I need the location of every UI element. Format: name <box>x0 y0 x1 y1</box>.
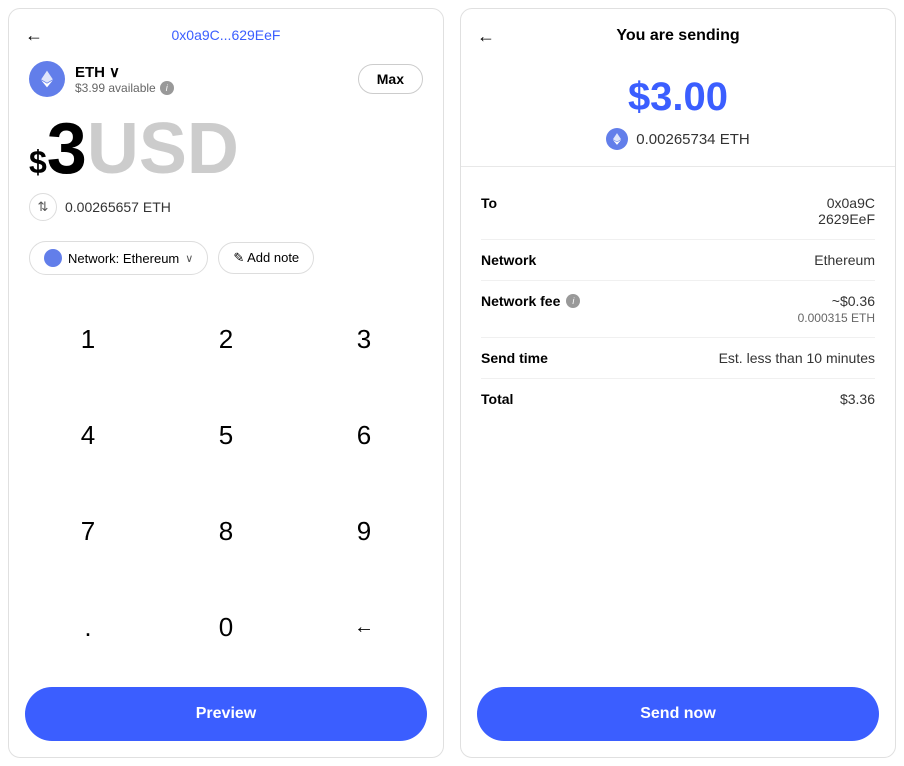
add-note-button[interactable]: ✎ Add note <box>218 242 314 274</box>
send-now-button[interactable]: Send now <box>477 687 879 741</box>
total-label: Total <box>481 391 513 407</box>
token-info: ETH ∨ $3.99 available i <box>29 61 174 97</box>
numpad-key-2[interactable]: 2 <box>157 291 295 387</box>
token-chevron-icon: ∨ <box>109 63 120 81</box>
numpad-key-1[interactable]: 1 <box>19 291 157 387</box>
screen2-header: ← You are sending <box>461 9 895 55</box>
to-address-line2: 2629EeF <box>818 211 875 227</box>
eth-amount-text: 0.00265657 ETH <box>65 199 171 215</box>
network-detail-value: Ethereum <box>814 252 875 268</box>
numpad-key-3[interactable]: 3 <box>295 291 433 387</box>
send-amount-screen: ← 0x0a9C...629EeF ETH ∨ $3. <box>8 8 444 758</box>
numpad-key-7[interactable]: 7 <box>19 483 157 579</box>
confirm-eth-row: 0.00265734 ETH <box>477 128 879 150</box>
send-time-value: Est. less than 10 minutes <box>719 350 875 366</box>
numpad-key-5[interactable]: 5 <box>157 387 295 483</box>
dollar-sign: $ <box>29 144 47 181</box>
swap-icon[interactable]: ⇅ <box>29 193 57 221</box>
fee-label-row: Network fee i <box>481 293 580 309</box>
confirm-eth-amount: 0.00265734 ETH <box>636 131 749 148</box>
numpad-key-decimal[interactable]: . <box>19 579 157 675</box>
options-row: Network: Ethereum ∨ ✎ Add note <box>9 229 443 287</box>
send-time-row: Send time Est. less than 10 minutes <box>481 338 875 379</box>
total-row: Total $3.36 <box>481 379 875 419</box>
eth-amount-row: ⇅ 0.00265657 ETH <box>9 185 443 229</box>
confirm-details: To 0x0a9C 2629EeF Network Ethereum Netwo… <box>461 167 895 679</box>
to-row: To 0x0a9C 2629EeF <box>481 183 875 240</box>
to-address-block: 0x0a9C 2629EeF <box>818 195 875 227</box>
fee-label: Network fee <box>481 293 560 309</box>
numpad-key-4[interactable]: 4 <box>19 387 157 483</box>
network-selector[interactable]: Network: Ethereum ∨ <box>29 241 208 275</box>
numpad-key-8[interactable]: 8 <box>157 483 295 579</box>
max-button[interactable]: Max <box>358 64 423 94</box>
network-eth-icon <box>44 249 62 267</box>
numpad: 1 2 3 4 5 6 7 8 9 . 0 ← <box>9 287 443 679</box>
total-value: $3.36 <box>840 391 875 407</box>
fee-usd-value: ~$0.36 <box>798 293 875 309</box>
numpad-key-6[interactable]: 6 <box>295 387 433 483</box>
send-time-label: Send time <box>481 350 548 366</box>
balance-info-icon[interactable]: i <box>160 81 174 95</box>
send-confirm-screen: ← You are sending $3.00 0.00265734 ETH T… <box>460 8 896 758</box>
network-detail-label: Network <box>481 252 536 268</box>
confirm-title: You are sending <box>616 27 739 45</box>
fee-info-icon[interactable]: i <box>566 294 580 308</box>
wallet-address[interactable]: 0x0a9C...629EeF <box>172 27 281 43</box>
confirm-eth-icon <box>606 128 628 150</box>
fee-eth-value: 0.000315 ETH <box>798 311 875 325</box>
network-row: Network Ethereum <box>481 240 875 281</box>
numpad-key-9[interactable]: 9 <box>295 483 433 579</box>
confirm-amount-section: $3.00 0.00265734 ETH <box>461 55 895 167</box>
network-label: Network: Ethereum <box>68 251 179 266</box>
fee-value-block: ~$0.36 0.000315 ETH <box>798 293 875 325</box>
fee-row: Network fee i ~$0.36 0.000315 ETH <box>481 281 875 338</box>
amount-currency: USD <box>87 113 239 185</box>
token-name[interactable]: ETH ∨ <box>75 63 174 81</box>
preview-button[interactable]: Preview <box>25 687 427 741</box>
to-address-line1: 0x0a9C <box>818 195 875 211</box>
numpad-key-0[interactable]: 0 <box>157 579 295 675</box>
token-selector-row: ETH ∨ $3.99 available i Max <box>9 53 443 105</box>
back-button-screen1[interactable]: ← <box>25 25 43 46</box>
to-label: To <box>481 195 497 211</box>
eth-icon-large <box>29 61 65 97</box>
amount-number: 3 <box>47 113 87 185</box>
numpad-key-backspace[interactable]: ← <box>295 579 433 675</box>
token-text: ETH ∨ $3.99 available i <box>75 63 174 95</box>
back-button-screen2[interactable]: ← <box>477 26 495 47</box>
token-balance: $3.99 available i <box>75 81 174 95</box>
confirm-usd-amount: $3.00 <box>477 75 879 120</box>
screen1-header: ← 0x0a9C...629EeF <box>9 9 443 53</box>
amount-display: $ 3 USD <box>9 105 443 185</box>
network-chevron-icon: ∨ <box>185 252 193 265</box>
